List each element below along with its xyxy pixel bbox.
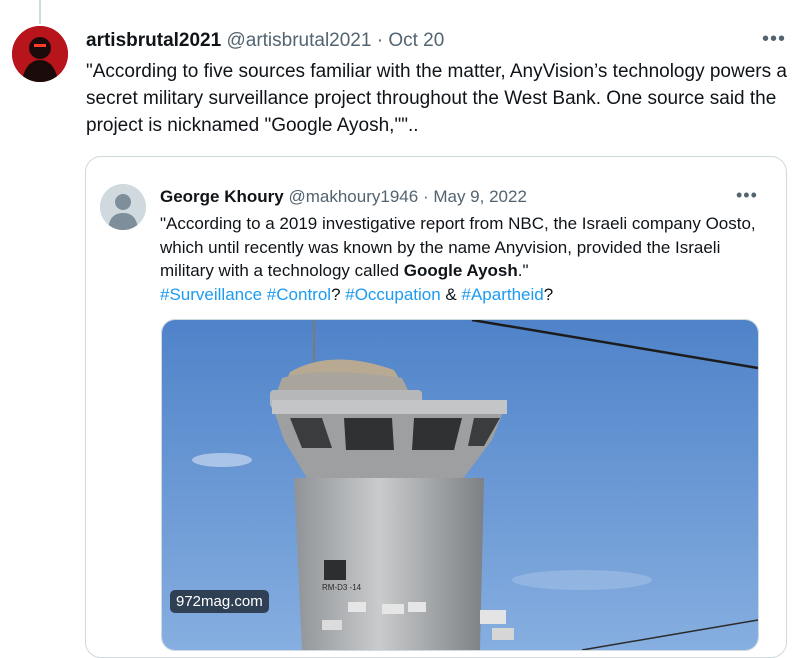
user-avatar[interactable] <box>12 26 68 82</box>
tweet-date[interactable]: Oct 20 <box>388 30 444 51</box>
quote-media-image[interactable]: RM-D3 -14 972mag.com <box>161 319 759 651</box>
author-display-name[interactable]: artisbrutal2021 <box>86 30 221 51</box>
tweet-text: "According to five sources familiar with… <box>86 61 787 136</box>
quote-text: "According to a 2019 investigative repor… <box>160 212 770 306</box>
quote-separator: · <box>422 187 429 206</box>
hashtag-ampersand: & <box>440 284 462 304</box>
more-options-icon[interactable]: ••• <box>762 28 786 51</box>
quoted-tweet-card[interactable]: George Khoury @makhoury1946 · May 9, 202… <box>85 156 787 658</box>
red-portrait-avatar-icon <box>12 26 68 82</box>
media-source-badge[interactable]: 972mag.com <box>170 590 269 613</box>
quote-header: George Khoury @makhoury1946 · May 9, 202… <box>160 187 527 207</box>
quote-text-part2: ." <box>517 261 529 280</box>
tweet-header: artisbrutal2021 @artisbrutal2021 · Oct 2… <box>86 30 444 52</box>
quote-avatar[interactable] <box>100 184 146 230</box>
quote-date[interactable]: May 9, 2022 <box>433 187 527 206</box>
thread-line <box>39 0 41 24</box>
hashtag-control[interactable]: #Control <box>267 285 331 304</box>
meta-separator: · <box>376 30 384 51</box>
hashtag-question-1: ? <box>331 284 346 304</box>
hashtag-question-2: ? <box>543 284 554 304</box>
quote-author-handle[interactable]: @makhoury1946 <box>288 187 418 206</box>
author-handle[interactable]: @artisbrutal2021 <box>226 30 371 51</box>
tower-marking: RM-D3 -14 <box>322 583 362 592</box>
hashtag-apartheid[interactable]: #Apartheid <box>462 285 544 304</box>
quote-more-options-icon[interactable]: ••• <box>736 185 758 206</box>
hashtag-occupation[interactable]: #Occupation <box>345 285 440 304</box>
hashtag-surveillance[interactable]: #Surveillance <box>160 285 262 304</box>
default-person-avatar-icon <box>100 184 146 230</box>
quote-author-name[interactable]: George Khoury <box>160 187 284 206</box>
quote-text-bold: Google Ayosh <box>403 261 518 280</box>
